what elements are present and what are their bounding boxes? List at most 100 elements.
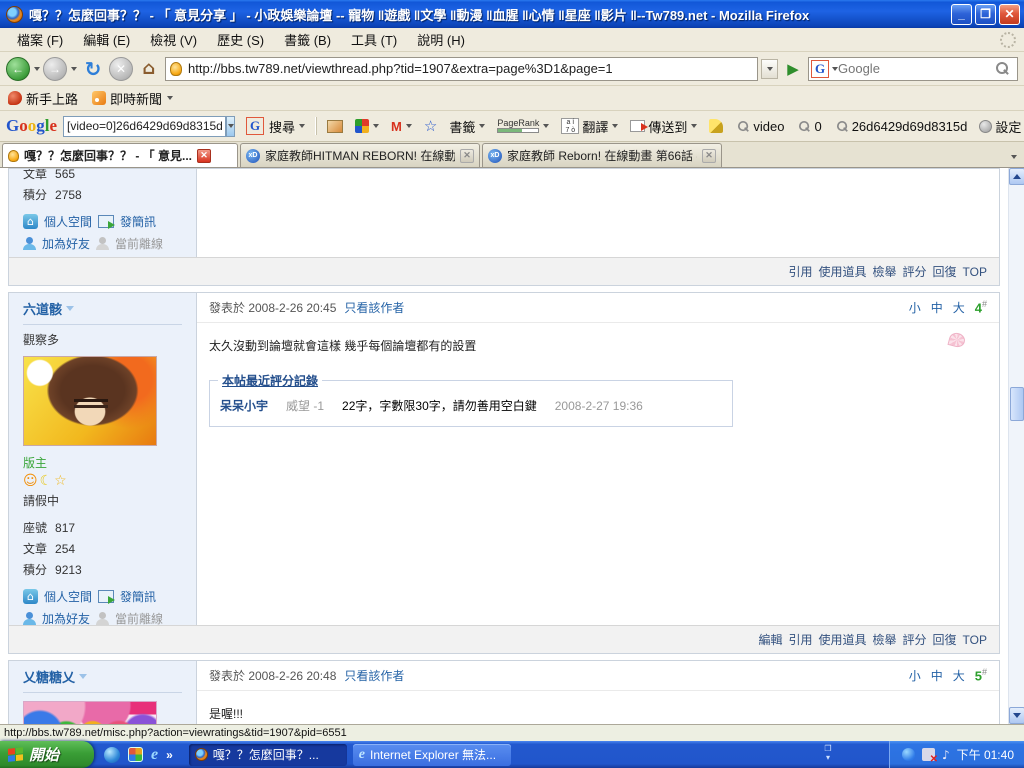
minimize-button[interactable]: _: [951, 4, 972, 25]
rater-name-link[interactable]: 呆呆小宇: [220, 397, 268, 414]
search-engine-icon[interactable]: G: [811, 60, 829, 78]
menu-file[interactable]: 檔案 (F): [8, 28, 72, 51]
font-large-link[interactable]: 大: [953, 299, 965, 316]
go-button[interactable]: ▶: [781, 57, 805, 81]
report-link[interactable]: 檢舉: [873, 263, 897, 280]
quote-link[interactable]: 引用: [788, 263, 812, 280]
font-medium-link[interactable]: 中: [931, 667, 943, 684]
highlighter-button[interactable]: [706, 117, 726, 135]
top-link[interactable]: TOP: [963, 265, 987, 279]
vertical-scrollbar[interactable]: [1008, 168, 1024, 724]
avatar-image: [23, 701, 157, 724]
menu-history[interactable]: 歷史 (S): [208, 28, 273, 51]
url-text[interactable]: http://bbs.tw789.net/viewthread.php?tid=…: [188, 61, 755, 76]
stop-button[interactable]: ✕: [109, 57, 133, 81]
menu-view[interactable]: 檢視 (V): [141, 28, 206, 51]
taskbar-clock[interactable]: 下午 01:40: [957, 746, 1014, 763]
use-magic-link[interactable]: 使用道具: [818, 631, 866, 648]
url-bar[interactable]: http://bbs.tw789.net/viewthread.php?tid=…: [165, 57, 758, 81]
font-large-link[interactable]: 大: [953, 667, 965, 684]
close-button[interactable]: ✕: [999, 4, 1020, 25]
online-status: 當前離線: [115, 235, 163, 252]
user-space-link[interactable]: 個人空間: [44, 588, 92, 605]
quick-launch-globe-icon[interactable]: [104, 747, 120, 763]
report-link[interactable]: 檢舉: [873, 631, 897, 648]
google-query-dropdown[interactable]: [226, 116, 235, 137]
start-button[interactable]: 開始: [0, 741, 94, 768]
tab-favicon: xD: [246, 149, 260, 163]
bookmark-getting-started[interactable]: 新手上路: [8, 89, 78, 108]
tab-close-icon[interactable]: ✕: [702, 149, 716, 163]
view-author-link[interactable]: 只看該作者: [344, 299, 404, 316]
edit-link[interactable]: 編輯: [758, 631, 782, 648]
forward-button[interactable]: →: [43, 57, 67, 81]
font-small-link[interactable]: 小: [909, 667, 921, 684]
search-input[interactable]: [838, 61, 992, 76]
back-button[interactable]: ←: [6, 57, 30, 81]
back-dropdown-icon[interactable]: [34, 67, 40, 71]
user-space-link[interactable]: 個人空間: [44, 213, 92, 230]
send-message-link[interactable]: 發簡訊: [120, 588, 156, 605]
apps-button[interactable]: [352, 117, 382, 135]
tab-reborn-video-2[interactable]: xD 家庭教師 Reborn! 在線動畫 第66話 -... ✕: [482, 143, 722, 167]
translate-button[interactable]: a í7 ò翻譯: [558, 115, 621, 138]
taskbar-toolbar-handle[interactable]: ❐▾: [818, 744, 838, 762]
menu-help[interactable]: 說明 (H): [408, 28, 474, 51]
menu-tools[interactable]: 工具 (T): [342, 28, 406, 51]
google-search-button[interactable]: G 搜尋: [241, 115, 308, 138]
tab-reborn-video-1[interactable]: xD 家庭教師HITMAN REBORN! 在線動... ✕: [240, 143, 480, 167]
font-medium-link[interactable]: 中: [931, 299, 943, 316]
quick-launch-ie-icon[interactable]: e: [151, 746, 158, 764]
add-friend-link[interactable]: 加為好友: [42, 610, 90, 625]
menu-edit[interactable]: 編輯 (E): [74, 28, 139, 51]
rate-link[interactable]: 評分: [903, 263, 927, 280]
volume-tray-icon[interactable]: ♪: [942, 748, 950, 762]
network-error-tray-icon[interactable]: [922, 748, 935, 761]
reply-link[interactable]: 回復: [933, 631, 957, 648]
tab-forum-thread[interactable]: 嘎？？怎麼回事？？ - 「 意見... ✕: [2, 143, 238, 167]
restore-button[interactable]: ❐: [975, 4, 996, 25]
bookmark-star-button[interactable]: ☆: [421, 115, 440, 137]
photos-button[interactable]: [324, 118, 346, 135]
author-name[interactable]: 乂糖糖乂: [23, 667, 182, 686]
rate-link[interactable]: 評分: [903, 631, 927, 648]
home-button[interactable]: ⌂: [136, 56, 162, 82]
quote-link[interactable]: 引用: [788, 631, 812, 648]
taskbar-item-ie[interactable]: e Internet Explorer 無法...: [353, 744, 511, 766]
scroll-up-button[interactable]: [1009, 168, 1024, 185]
reload-button[interactable]: ↻: [80, 56, 106, 82]
url-history-dropdown[interactable]: [761, 59, 778, 79]
tab-list-dropdown[interactable]: [1004, 147, 1022, 167]
gmail-button[interactable]: M: [388, 117, 415, 136]
google-toolbar-search-input[interactable]: [63, 116, 226, 137]
find-term-1-button[interactable]: video: [732, 117, 787, 136]
quick-launch-media-icon[interactable]: [128, 747, 143, 762]
view-author-link[interactable]: 只看該作者: [344, 667, 404, 684]
quick-launch-overflow-chevron[interactable]: »: [166, 748, 173, 762]
search-icon: [738, 120, 749, 131]
font-small-link[interactable]: 小: [909, 299, 921, 316]
send-message-link[interactable]: 發簡訊: [120, 213, 156, 230]
reply-link[interactable]: 回復: [933, 263, 957, 280]
gbookmarks-button[interactable]: 書籤: [446, 115, 488, 138]
bookmark-latest-news[interactable]: 即時新聞: [92, 89, 173, 108]
forward-dropdown-icon[interactable]: [71, 67, 77, 71]
menu-bookmarks[interactable]: 書籤 (B): [275, 28, 340, 51]
find-term-2-button[interactable]: 0: [793, 117, 824, 136]
tab-close-icon[interactable]: ✕: [197, 149, 211, 163]
post-message: 太久沒動到論壇就會這樣 幾乎每個論壇都有的設置: [197, 323, 999, 354]
scroll-down-button[interactable]: [1009, 707, 1024, 724]
use-magic-link[interactable]: 使用道具: [818, 263, 866, 280]
top-link[interactable]: TOP: [963, 633, 987, 647]
settings-button[interactable]: 設定: [976, 115, 1024, 138]
messenger-tray-icon[interactable]: [902, 748, 915, 761]
taskbar-item-firefox[interactable]: 嘎？？怎麼回事？...: [189, 744, 347, 766]
search-icon[interactable]: [996, 62, 1009, 75]
author-name[interactable]: 六道骸: [23, 299, 182, 318]
tab-close-icon[interactable]: ✕: [460, 149, 474, 163]
find-term-3-button[interactable]: 26d6429d69d8315d: [831, 117, 971, 136]
add-friend-link[interactable]: 加為好友: [42, 235, 90, 252]
scrollbar-thumb[interactable]: [1010, 387, 1024, 421]
send-to-button[interactable]: 傳送到: [627, 115, 700, 138]
pagerank-button[interactable]: PageRank: [494, 117, 552, 135]
